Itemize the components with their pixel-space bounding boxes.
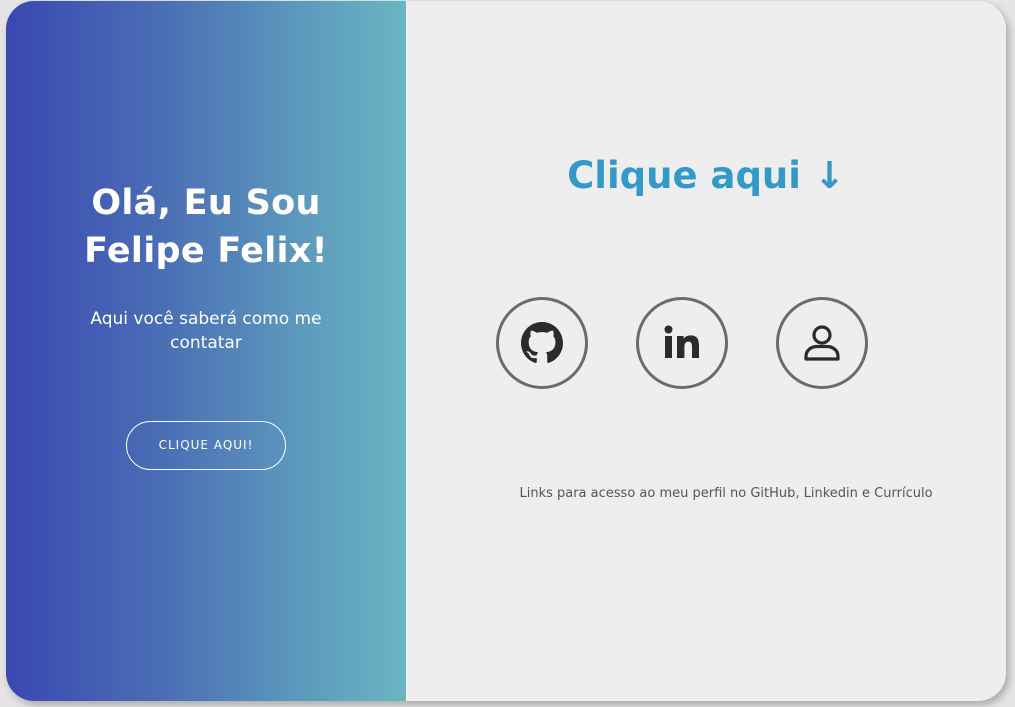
linkedin-link[interactable] <box>636 297 728 389</box>
links-caption: Links para acesso ao meu perfil no GitHu… <box>519 486 933 501</box>
profile-card: Olá, Eu Sou Felipe Felix! Aqui você sabe… <box>6 1 1006 701</box>
resume-link[interactable] <box>776 297 868 389</box>
github-icon <box>521 322 563 364</box>
contact-panel: Clique aqui ↓ Links para acesso ao meu p… <box>406 1 1006 701</box>
hero-title: Olá, Eu Sou Felipe Felix! <box>6 179 406 275</box>
cta-button[interactable]: CLIQUE AQUI! <box>126 421 286 470</box>
intro-panel: Olá, Eu Sou Felipe Felix! Aqui você sabe… <box>6 1 406 701</box>
hero-subtitle: Aqui você saberá como me contatar <box>90 309 322 353</box>
hero-title-line2: Felipe Felix! <box>84 231 328 271</box>
github-link[interactable] <box>496 297 588 389</box>
user-icon <box>801 322 843 364</box>
contact-title: Clique aqui ↓ <box>567 154 845 197</box>
hero-title-line1: Olá, Eu Sou <box>91 183 321 223</box>
linkedin-icon <box>662 323 702 363</box>
